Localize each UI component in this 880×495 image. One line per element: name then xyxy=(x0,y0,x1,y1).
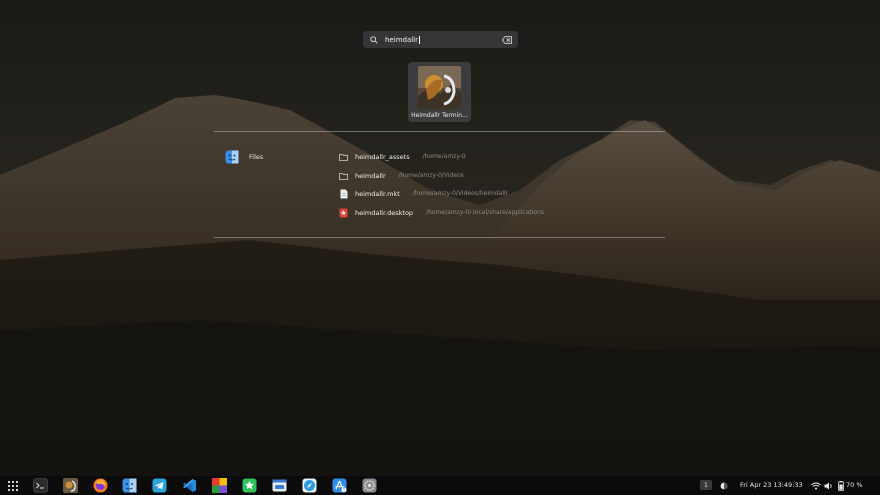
file-result-heimdallr-assets[interactable]: heimdallr_assets /home/amzy-0 xyxy=(339,151,466,162)
folder-icon xyxy=(339,171,348,181)
app-grid-icon[interactable] xyxy=(5,478,20,493)
taskbar: 1 1 Fri Apr 23 13:49:33 70 % xyxy=(0,476,880,495)
telegram-icon[interactable] xyxy=(152,478,167,493)
app-result-label: Heimdallr Termin... xyxy=(411,112,468,119)
file-result-heimdallr-folder[interactable]: heimdallr /home/amzy-0/Videos xyxy=(339,170,464,181)
provider-files[interactable]: Files xyxy=(225,150,263,164)
vscode-icon[interactable] xyxy=(182,478,197,493)
provider-label: Files xyxy=(249,153,264,161)
firefox-icon[interactable] xyxy=(93,478,108,493)
app-store-icon[interactable]: 1 xyxy=(332,478,347,493)
results-separator xyxy=(214,131,665,132)
folder-icon xyxy=(339,152,348,162)
color-palette-icon[interactable] xyxy=(212,478,227,493)
text-file-icon xyxy=(339,189,348,199)
finder-icon[interactable] xyxy=(122,478,137,493)
file-name: heimdallr_assets xyxy=(355,152,410,161)
svg-text:1: 1 xyxy=(343,488,346,493)
file-name: heimdallr.desktop xyxy=(355,208,414,217)
search-box[interactable]: heimdallr xyxy=(363,31,518,48)
heimdallr-app-icon xyxy=(418,66,461,109)
file-path: /home/amzy-0 xyxy=(422,153,466,160)
battery-percentage: 70 % xyxy=(846,481,863,489)
workspace-indicator[interactable]: 1 xyxy=(700,480,712,490)
heimdallr-icon[interactable] xyxy=(63,478,78,493)
file-path: /home/amzy-0/Videos xyxy=(398,172,464,179)
clock[interactable]: Fri Apr 23 13:49:33 xyxy=(740,481,803,489)
file-result-heimdallr-mkt[interactable]: heimdallr.mkt /home/amzy-0/Videos/heimda… xyxy=(339,188,508,199)
night-light-icon[interactable] xyxy=(716,478,731,493)
file-path: /home/amzy-0/.local/share/applications xyxy=(426,209,545,216)
file-name: heimdallr.mkt xyxy=(355,189,400,198)
clear-search-icon[interactable] xyxy=(502,35,512,45)
terminal-icon[interactable] xyxy=(33,478,48,493)
text-caret xyxy=(419,35,421,44)
safari-icon[interactable] xyxy=(302,478,317,493)
files-app-icon xyxy=(225,150,239,164)
starred-icon[interactable] xyxy=(242,478,257,493)
file-result-heimdallr-desktop[interactable]: heimdallr.desktop /home/amzy-0/.local/sh… xyxy=(339,207,544,218)
search-input[interactable]: heimdallr xyxy=(385,35,502,44)
file-name: heimdallr xyxy=(355,171,386,180)
search-icon xyxy=(369,35,379,45)
software-center-icon[interactable] xyxy=(272,478,287,493)
app-result-heimdallr[interactable]: Heimdallr Termin... xyxy=(408,62,471,122)
desktop-file-icon xyxy=(339,208,348,218)
results-separator-bottom xyxy=(214,237,665,238)
settings-icon[interactable] xyxy=(362,478,377,493)
file-path: /home/amzy-0/Videos/heimdallr xyxy=(412,190,509,197)
